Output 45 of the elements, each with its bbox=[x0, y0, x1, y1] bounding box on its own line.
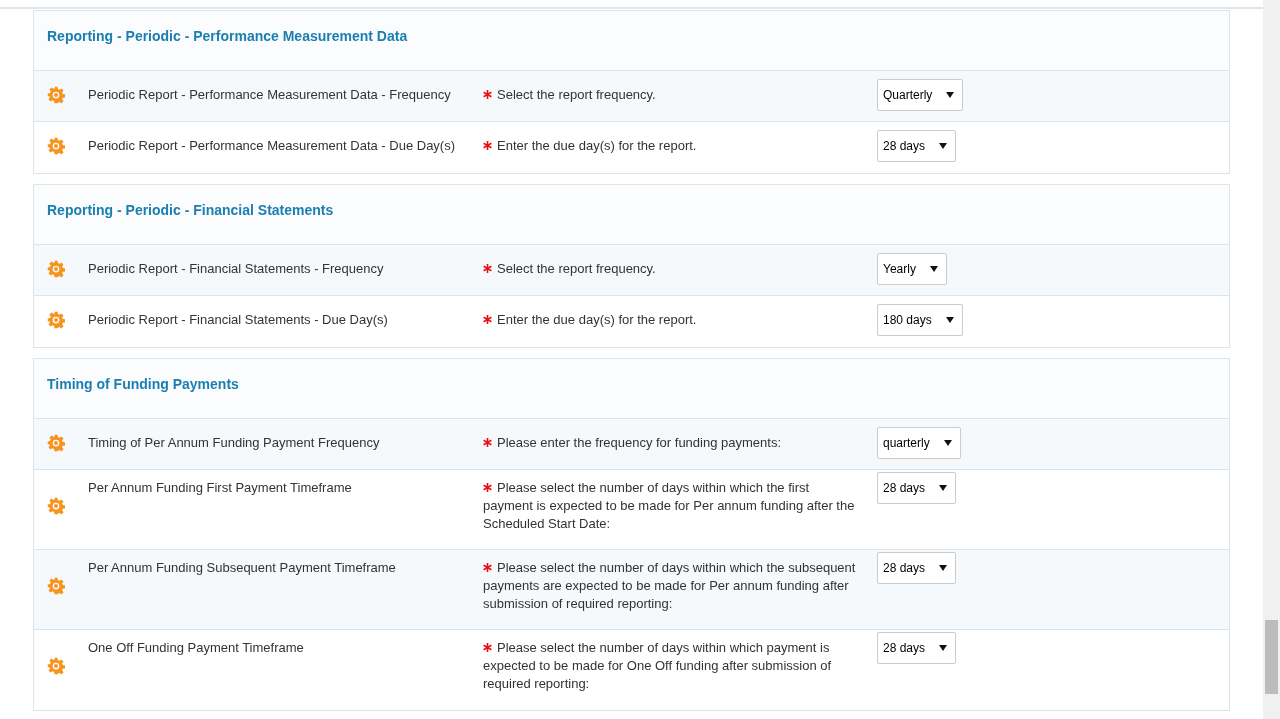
section-title: Reporting - Periodic - Performance Measurement Data bbox=[47, 28, 408, 44]
gear-icon bbox=[47, 137, 65, 155]
scrollbar[interactable] bbox=[1263, 0, 1280, 719]
setting-label: Periodic Report - Financial Statements - Frequency bbox=[88, 260, 385, 278]
setting-description: Enter the due day(s) for the report. bbox=[496, 311, 698, 329]
caret-icon bbox=[946, 92, 955, 98]
setting-label: Periodic Report - Financial Statements - Due Day(s) bbox=[88, 311, 389, 329]
gear-icon bbox=[47, 86, 65, 104]
section-title: Reporting - Periodic - Financial Statements bbox=[47, 202, 334, 218]
caret-icon bbox=[929, 266, 938, 272]
gear-icon bbox=[47, 657, 65, 675]
setting-label: Periodic Report - Performance Measurement Data - Frequency bbox=[88, 86, 452, 104]
setting-description: Please select the number of days within which the subsequent payments are expected to be made for Per annum funding after submission of required reporting: bbox=[483, 559, 857, 613]
section-title: Timing of Funding Payments bbox=[47, 376, 239, 392]
caret-icon bbox=[939, 565, 948, 571]
setting-label: Per Annum Funding Subsequent Payment Timeframe bbox=[88, 559, 397, 577]
setting-description: Select the report frequency. bbox=[496, 86, 657, 104]
setting-description: Enter the due day(s) for the report. bbox=[496, 137, 698, 155]
caret-icon bbox=[943, 440, 952, 446]
caret-icon bbox=[939, 645, 948, 651]
caret-icon bbox=[945, 317, 954, 323]
setting-label: Periodic Report - Performance Measurement Data - Due Day(s) bbox=[88, 137, 457, 155]
setting-label: Per Annum Funding First Payment Timeframe bbox=[88, 479, 353, 497]
dropdown[interactable]: Quarterly bbox=[877, 79, 964, 111]
setting-description: Please select the number of days within which payment is expected to be made for One Off funding after submission of required reporting: bbox=[483, 639, 833, 693]
dropdown[interactable]: 180 days bbox=[877, 304, 963, 336]
setting-description: Select the report frequency. bbox=[496, 260, 657, 278]
scrollbar-thumb[interactable] bbox=[1265, 620, 1278, 694]
setting-label: Timing of Per Annum Funding Payment Frequency bbox=[88, 434, 381, 452]
dropdown[interactable]: 28 days bbox=[877, 130, 957, 162]
gear-icon bbox=[47, 434, 65, 452]
caret-icon bbox=[939, 485, 948, 491]
gear-icon bbox=[47, 311, 65, 329]
dropdown[interactable]: 28 days bbox=[877, 472, 957, 504]
gear-icon bbox=[47, 260, 65, 278]
setting-description: Please enter the frequency for funding payments: bbox=[496, 434, 782, 452]
gear-icon bbox=[47, 497, 65, 515]
gear-icon bbox=[47, 577, 65, 595]
dropdown[interactable]: 28 days bbox=[877, 632, 957, 664]
dropdown[interactable]: quarterly bbox=[877, 427, 961, 459]
setting-label: One Off Funding Payment Timeframe bbox=[88, 639, 305, 657]
dropdown[interactable]: 28 days bbox=[877, 552, 957, 584]
caret-icon bbox=[939, 143, 948, 149]
dropdown[interactable]: Yearly bbox=[877, 253, 947, 285]
setting-description: Please select the number of days within which the first payment is expected to be made for Per annum funding after the Scheduled Start Date: bbox=[483, 479, 856, 533]
